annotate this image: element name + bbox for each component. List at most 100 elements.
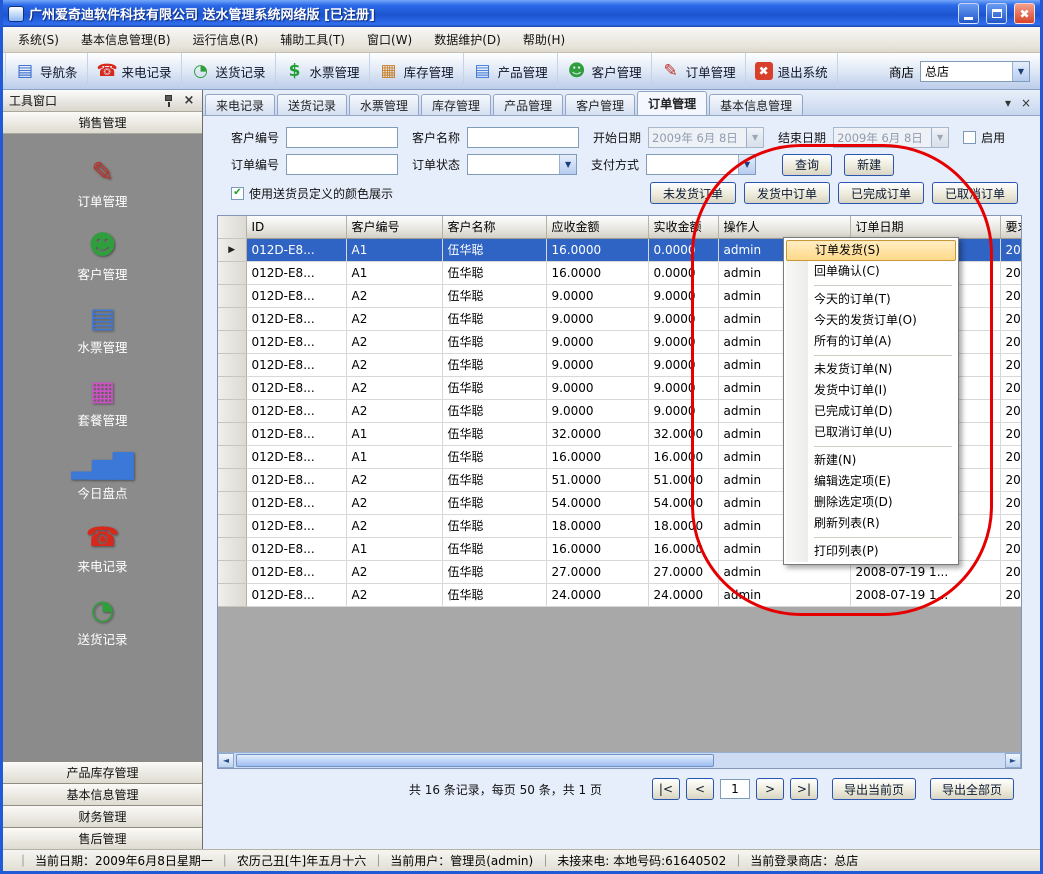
scrollbar-thumb[interactable] [236, 754, 714, 767]
context-menu-item[interactable]: 发货中订单(I) [786, 380, 956, 401]
column-header[interactable]: 操作人 [718, 216, 850, 238]
next-page-button[interactable]: > [756, 778, 784, 800]
context-menu-item[interactable]: 删除选定项(D) [786, 492, 956, 513]
toolbar-button[interactable]: ✖ 退出系统 [746, 53, 838, 89]
order-status-filter-button[interactable]: 未发货订单 [650, 182, 736, 204]
toolbar-button[interactable]: ☎ 来电记录 [88, 53, 182, 89]
toolbar-button[interactable]: ✎ 订单管理 [652, 53, 746, 89]
chevron-down-icon[interactable]: ▼ [1012, 62, 1029, 81]
chevron-down-icon[interactable]: ▼ [738, 155, 755, 174]
toolbar-button[interactable]: $ 水票管理 [276, 53, 370, 89]
context-menu-item[interactable]: 刷新列表(R) [786, 513, 956, 534]
toolbar-button[interactable]: ▤ 产品管理 [464, 53, 558, 89]
export-all-pages-button[interactable]: 导出全部页 [930, 778, 1014, 800]
context-menu-item[interactable]: 编辑选定项(E) [786, 471, 956, 492]
row-selector[interactable] [218, 422, 246, 445]
context-menu-item[interactable]: 今天的发货订单(O) [786, 310, 956, 331]
export-current-page-button[interactable]: 导出当前页 [832, 778, 916, 800]
order-status-filter-button[interactable]: 发货中订单 [744, 182, 830, 204]
sidebar-item[interactable]: ▦ 套餐管理 [3, 367, 202, 440]
sidebar-section[interactable]: 财务管理 [3, 805, 202, 827]
query-button[interactable]: 查询 [782, 154, 832, 176]
toolbar-button[interactable]: ▤ 导航条 [5, 53, 88, 89]
tab[interactable]: 来电记录 [205, 94, 275, 115]
menubar-item[interactable]: 帮助(H) [512, 27, 576, 52]
context-menu-item[interactable]: 订单发货(S) [786, 240, 956, 261]
row-selector[interactable] [218, 353, 246, 376]
page-number-input[interactable] [720, 779, 750, 799]
tab[interactable]: 产品管理 [493, 94, 563, 115]
prev-page-button[interactable]: < [686, 778, 714, 800]
column-header[interactable]: 客户名称 [442, 216, 546, 238]
order-row[interactable]: 012D-E8... A2 伍华聪 24.0000 24.0000 admin … [218, 583, 1022, 606]
sidebar-section[interactable]: 售后管理 [3, 827, 202, 849]
tab[interactable]: 基本信息管理 [709, 94, 803, 115]
column-header[interactable]: 实收金额 [648, 216, 718, 238]
toolbar-button[interactable]: ▦ 库存管理 [370, 53, 464, 89]
menubar-item[interactable]: 系统(S) [7, 27, 70, 52]
chevron-down-icon[interactable]: ▼ [559, 155, 576, 174]
order-no-input[interactable] [286, 154, 398, 175]
menubar-item[interactable]: 数据维护(D) [423, 27, 512, 52]
row-selector[interactable] [218, 514, 246, 537]
row-selector[interactable] [218, 468, 246, 491]
menubar-item[interactable]: 基本信息管理(B) [70, 27, 182, 52]
chevron-down-icon[interactable]: ▾ [1000, 96, 1016, 110]
order-status-combobox[interactable]: ▼ [467, 154, 577, 175]
tab[interactable]: 客户管理 [565, 94, 635, 115]
row-selector[interactable] [218, 376, 246, 399]
row-selector[interactable] [218, 307, 246, 330]
row-selector[interactable] [218, 330, 246, 353]
row-selector[interactable] [218, 284, 246, 307]
first-page-button[interactable]: |< [652, 778, 680, 800]
close-button[interactable]: ✖ [1014, 3, 1035, 24]
column-header[interactable]: 应收金额 [546, 216, 648, 238]
order-status-filter-button[interactable]: 已完成订单 [838, 182, 924, 204]
last-page-button[interactable]: >| [790, 778, 818, 800]
end-date-picker[interactable]: 2009年 6月 8日 ▼ [833, 127, 949, 148]
row-selector[interactable] [218, 537, 246, 560]
sidebar-section[interactable]: 基本信息管理 [3, 783, 202, 805]
scroll-left-arrow[interactable]: ◄ [218, 753, 234, 768]
row-selector[interactable] [218, 261, 246, 284]
column-header[interactable]: ID [246, 216, 346, 238]
order-status-filter-button[interactable]: 已取消订单 [932, 182, 1018, 204]
context-menu-item[interactable]: 所有的订单(A) [786, 331, 956, 352]
toolbar-button[interactable]: ◔ 送货记录 [182, 53, 276, 89]
restore-button[interactable] [986, 3, 1007, 24]
sidebar-item[interactable]: ▂▅▇ 今日盘点 [3, 440, 202, 513]
context-menu-item[interactable]: 新建(N) [786, 450, 956, 471]
scrollbar-track[interactable] [234, 753, 1005, 768]
context-menu-item[interactable]: 今天的订单(T) [786, 289, 956, 310]
tab[interactable]: 送货记录 [277, 94, 347, 115]
context-menu-item[interactable]: 已取消订单(U) [786, 422, 956, 443]
close-icon[interactable]: × [1018, 96, 1034, 110]
sidebar-section[interactable]: 产品库存管理 [3, 761, 202, 783]
column-header[interactable]: 客户编号 [346, 216, 442, 238]
new-button[interactable]: 新建 [844, 154, 894, 176]
customer-no-input[interactable] [286, 127, 398, 148]
driver-color-checkbox[interactable]: 使用送货员定义的颜色展示 [231, 185, 393, 202]
row-selector[interactable] [218, 491, 246, 514]
row-selector[interactable] [218, 238, 246, 261]
sidebar-item[interactable]: ☎ 来电记录 [3, 513, 202, 586]
row-selector[interactable] [218, 445, 246, 468]
context-menu-item[interactable]: 已完成订单(D) [786, 401, 956, 422]
menubar-item[interactable]: 辅助工具(T) [269, 27, 356, 52]
sidebar-item[interactable]: ☻ 客户管理 [3, 221, 202, 294]
column-header[interactable]: 订单日期 [850, 216, 1000, 238]
menubar-item[interactable]: 运行信息(R) [182, 27, 270, 52]
context-menu-item[interactable]: 回单确认(C) [786, 261, 956, 282]
context-menu-item[interactable]: 打印列表(P) [786, 541, 956, 562]
scroll-right-arrow[interactable]: ► [1005, 753, 1021, 768]
tab[interactable]: 水票管理 [349, 94, 419, 115]
close-icon[interactable]: × [182, 93, 196, 108]
column-header[interactable]: 要求到货日期 [1000, 216, 1022, 238]
store-combobox[interactable]: 总店 ▼ [920, 61, 1030, 82]
menubar-item[interactable]: 窗口(W) [356, 27, 423, 52]
customer-name-input[interactable] [467, 127, 579, 148]
start-date-picker[interactable]: 2009年 6月 8日 ▼ [648, 127, 764, 148]
pay-method-combobox[interactable]: ▼ [646, 154, 756, 175]
context-menu-item[interactable]: 未发货订单(N) [786, 359, 956, 380]
row-selector[interactable] [218, 560, 246, 583]
